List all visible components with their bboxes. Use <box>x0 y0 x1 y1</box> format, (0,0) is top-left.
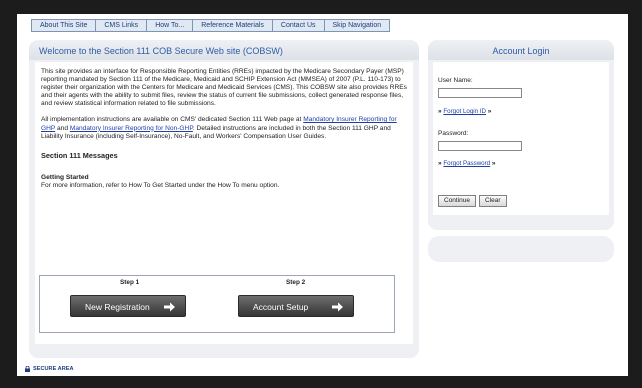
continue-button[interactable]: Continue <box>438 195 477 207</box>
account-setup-button[interactable]: Account Setup <box>238 295 354 317</box>
secure-area-label: SECURE AREA <box>33 366 74 372</box>
top-navigation: About This Site CMS Links How To... Refe… <box>31 19 391 32</box>
username-input[interactable] <box>438 88 522 98</box>
account-setup-label: Account Setup <box>253 302 309 312</box>
account-login-form: User Name: » Forgot Login ID » Password:… <box>433 62 609 215</box>
clear-button[interactable]: Clear <box>479 195 507 207</box>
forgot-password-row: » Forgot Password » <box>438 160 496 167</box>
nav-about-this-site[interactable]: About This Site <box>31 19 96 32</box>
lock-icon <box>25 366 30 372</box>
step-2-label: Step 2 <box>286 279 306 286</box>
chevron-double-right-icon: » <box>487 108 492 115</box>
account-login-title: Account Login <box>428 40 614 60</box>
nav-how-to[interactable]: How To... <box>146 19 193 32</box>
getting-started-text: For more information, refer to How To Ge… <box>41 181 280 189</box>
secure-area-indicator: SECURE AREA <box>25 366 74 372</box>
new-registration-label: New Registration <box>85 302 150 312</box>
link-mir-non-ghp[interactable]: Mandatory Insurer Reporting for Non-GHP <box>70 125 193 132</box>
intro-paragraph: This site provides an interface for Resp… <box>41 68 407 108</box>
getting-started-heading: Getting Started <box>41 173 89 181</box>
arrow-right-icon <box>164 302 175 312</box>
forgot-password-link[interactable]: Forgot Password <box>443 160 490 167</box>
forgot-login-row: » Forgot Login ID » <box>438 108 491 115</box>
password-input[interactable] <box>438 141 522 151</box>
impl-text-before: All implementation instructions are avai… <box>41 116 304 124</box>
new-registration-button[interactable]: New Registration <box>70 295 186 317</box>
section-111-messages-heading: Section 111 Messages <box>41 150 118 160</box>
chevron-double-right-icon: » <box>438 160 442 167</box>
arrow-right-icon <box>332 302 343 312</box>
nav-cms-links[interactable]: CMS Links <box>95 19 147 32</box>
account-login-panel: Account Login User Name: » Forgot Login … <box>428 40 614 230</box>
welcome-title: Welcome to the Section 111 COB Secure We… <box>29 40 419 60</box>
nav-reference-materials[interactable]: Reference Materials <box>192 19 272 32</box>
chevron-double-right-icon: » <box>491 160 496 167</box>
registration-steps-box: Step 1 Step 2 New Registration Account S… <box>39 275 395 333</box>
welcome-panel: Welcome to the Section 111 COB Secure We… <box>29 40 419 358</box>
nav-contact-us[interactable]: Contact Us <box>271 19 324 32</box>
password-label: Password: <box>438 130 469 137</box>
step-1-label: Step 1 <box>120 279 140 286</box>
chevron-double-right-icon: » <box>438 108 442 115</box>
welcome-content: This site provides an interface for Resp… <box>35 62 413 344</box>
page: About This Site CMS Links How To... Refe… <box>17 14 628 376</box>
secondary-panel <box>428 236 614 262</box>
username-label: User Name: <box>438 77 473 84</box>
impl-text-and: and <box>55 124 70 132</box>
forgot-login-id-link[interactable]: Forgot Login ID <box>443 108 486 115</box>
implementation-paragraph: All implementation instructions are avai… <box>41 116 407 140</box>
nav-skip-navigation[interactable]: Skip Navigation <box>323 19 391 32</box>
